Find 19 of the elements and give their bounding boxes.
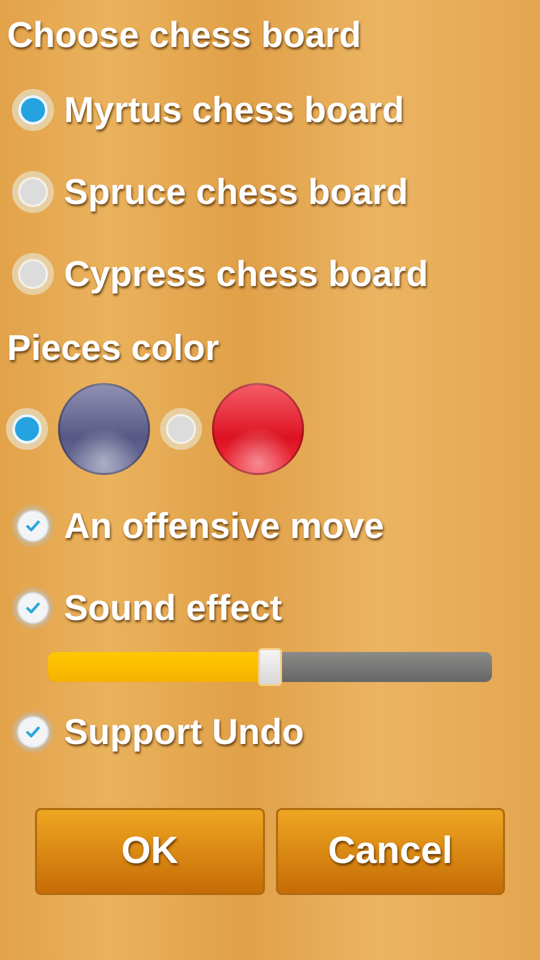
radio-button[interactable] (12, 171, 54, 213)
section-heading: Pieces color (6, 326, 220, 370)
option-label: An offensive move (64, 505, 384, 547)
radio-button[interactable] (6, 408, 48, 450)
option-label: Myrtus chess board (64, 89, 404, 131)
option-label: Support Undo (64, 711, 304, 753)
radio-button[interactable] (12, 253, 54, 295)
section-heading: Choose chess board (6, 13, 362, 57)
radio-button[interactable] (160, 408, 202, 450)
option-label: Sound effect (64, 587, 282, 629)
slider-thumb[interactable] (258, 648, 282, 686)
checkbox[interactable] (12, 587, 54, 629)
checkbox[interactable] (12, 711, 54, 753)
radio-button[interactable] (12, 89, 54, 131)
option-label: Cypress chess board (64, 253, 428, 295)
checkbox[interactable] (12, 505, 54, 547)
option-label: Spruce chess board (64, 171, 408, 213)
dialog-button[interactable]: Cancel (276, 808, 505, 895)
dialog-button[interactable]: OK (35, 808, 264, 895)
